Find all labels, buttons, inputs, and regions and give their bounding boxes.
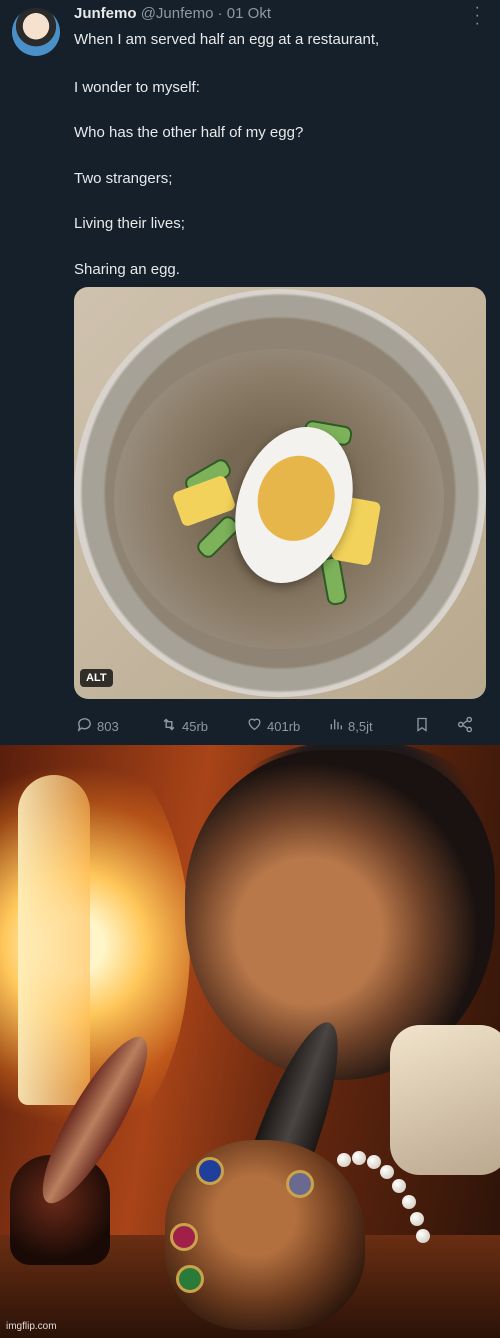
views-button[interactable]: 8,5jt	[328, 716, 373, 736]
noodle-bowl	[74, 289, 486, 697]
tweet-text-line: When I am served half an egg at a restau…	[74, 31, 380, 48]
tweet-date[interactable]: 01 Okt	[227, 5, 271, 22]
more-icon[interactable]: · · ·	[475, 0, 480, 32]
bookmark-button[interactable]	[414, 716, 430, 737]
share-icon	[456, 716, 474, 737]
like-count: 401rb	[267, 718, 301, 734]
ring	[176, 1265, 204, 1293]
display-name[interactable]: Junfemo	[74, 5, 137, 22]
shirt-sleeve	[390, 1025, 500, 1175]
watermark: imgflip.com	[6, 1321, 57, 1332]
tweet-text-line: Who has the other half of my egg?	[74, 124, 304, 141]
bookmark-icon	[414, 716, 430, 737]
oil-lamp	[18, 775, 90, 1105]
handle[interactable]: @Junfemo	[141, 5, 214, 22]
tweet-photo[interactable]: ALT	[74, 287, 486, 699]
ring	[170, 1223, 198, 1251]
tweet-card: Junfemo @Junfemo · 01 Okt · · · When I am …	[0, 0, 500, 745]
retweet-icon	[160, 716, 178, 737]
reply-count: 803	[97, 719, 119, 734]
share-button[interactable]	[456, 716, 474, 737]
heart-icon	[246, 716, 263, 736]
views-count: 8,5jt	[348, 718, 373, 734]
tweet-text-line: Sharing an egg.	[74, 261, 180, 278]
reply-button[interactable]: 803	[76, 716, 119, 737]
views-icon	[328, 716, 344, 736]
ring	[196, 1157, 224, 1185]
like-button[interactable]: 401rb	[246, 716, 300, 736]
tweet-text-line: I wonder to myself:	[74, 79, 200, 96]
tweet-text-line: Two strangers;	[74, 170, 173, 187]
ring	[286, 1170, 314, 1198]
separator: ·	[217, 5, 223, 22]
painting-image: imgflip.com	[0, 745, 500, 1338]
avatar[interactable]	[12, 8, 60, 56]
retweet-count: 45rb	[182, 719, 209, 734]
reply-icon	[76, 716, 93, 737]
alt-badge[interactable]: ALT	[80, 669, 113, 687]
retweet-button[interactable]: 45rb	[160, 716, 208, 737]
tweet-header: Junfemo @Junfemo · 01 Okt	[74, 5, 271, 22]
tweet-text-line: Living their lives;	[74, 215, 185, 232]
